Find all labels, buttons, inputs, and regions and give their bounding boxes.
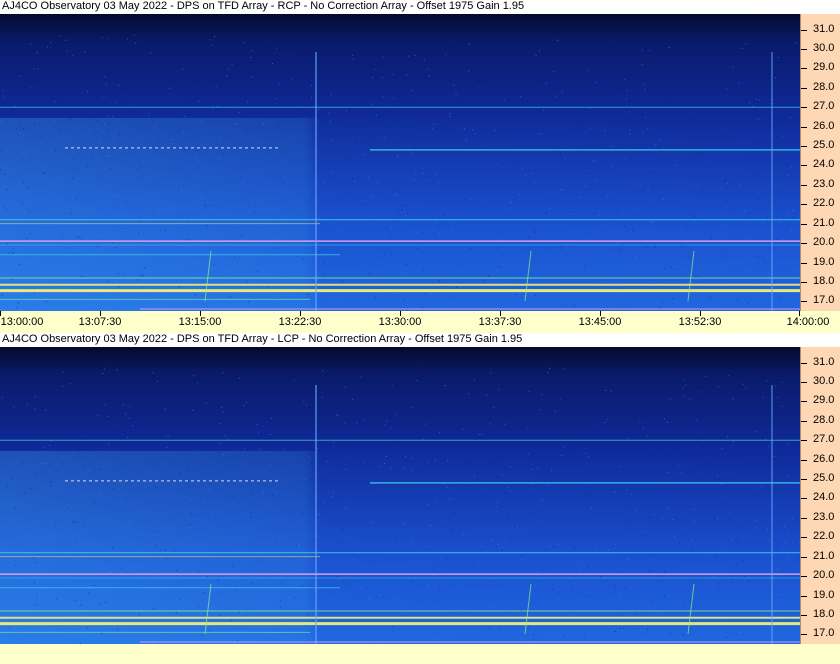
panel-title-rcp: AJ4CO Observatory 03 May 2022 - DPS on T… bbox=[0, 0, 840, 14]
x-tick-label: 14:00:00 bbox=[786, 316, 830, 328]
y-tick-label: 17.0 bbox=[813, 294, 835, 307]
y-tick bbox=[801, 301, 807, 303]
y-tick-label: 28.0 bbox=[813, 80, 835, 93]
spectrogram-svg bbox=[0, 347, 800, 644]
y-tick-label: 29.0 bbox=[813, 394, 835, 407]
y-tick bbox=[801, 68, 807, 70]
y-tick bbox=[801, 48, 807, 50]
x-tick-label: 13:00:00 bbox=[0, 316, 44, 328]
y-tick bbox=[801, 556, 807, 558]
y-tick-label: 25.0 bbox=[813, 472, 835, 484]
bottom-edge-line bbox=[140, 641, 800, 643]
y-tick-label: 22.0 bbox=[813, 530, 835, 543]
y-tick bbox=[801, 517, 807, 519]
y-tick bbox=[801, 595, 807, 597]
y-tick bbox=[801, 146, 807, 147]
y-tick-label: 18.0 bbox=[813, 274, 835, 287]
y-tick-label: 27.0 bbox=[813, 100, 835, 113]
frequency-axis-lcp: 31.0 30.0 29.0 28.0 27.0 26.0 25.0 24.0 23.0 22.0… bbox=[800, 347, 840, 644]
y-tick-label: 21.0 bbox=[813, 216, 835, 229]
x-tick-label: 13:52:30 bbox=[678, 316, 722, 328]
y-tick-label: 25.0 bbox=[813, 139, 835, 151]
y-tick-label: 28.0 bbox=[813, 413, 835, 426]
y-tick bbox=[801, 614, 807, 616]
y-tick bbox=[801, 29, 807, 31]
y-tick bbox=[801, 184, 807, 186]
y-tick-label: 21.0 bbox=[813, 549, 835, 562]
spectrogram-svg bbox=[0, 14, 800, 311]
y-tick bbox=[801, 243, 807, 245]
x-tick-label: 13:45:00 bbox=[578, 316, 622, 328]
y-tick bbox=[801, 165, 807, 167]
y-tick-label: 24.0 bbox=[813, 491, 835, 504]
y-tick bbox=[801, 262, 807, 264]
y-tick-label: 24.0 bbox=[813, 158, 835, 171]
bottom-edge-line bbox=[140, 308, 800, 310]
x-tick-label: 13:15:00 bbox=[178, 316, 222, 328]
y-tick bbox=[801, 440, 807, 442]
y-tick-label: 22.0 bbox=[813, 197, 835, 210]
spectrogram-lcp bbox=[0, 347, 800, 644]
y-tick bbox=[801, 498, 807, 500]
y-tick bbox=[801, 381, 807, 383]
y-tick-label: 26.0 bbox=[813, 452, 835, 465]
frequency-axis-rcp: 31.0 30.0 29.0 28.0 27.0 26.0 25.0 24.0 23.0 22.0… bbox=[800, 14, 840, 311]
y-tick bbox=[801, 362, 807, 364]
y-tick bbox=[801, 420, 807, 422]
y-tick bbox=[801, 107, 807, 109]
y-tick bbox=[801, 634, 807, 636]
y-tick-label: 20.0 bbox=[813, 569, 835, 582]
y-tick-label: 27.0 bbox=[813, 433, 835, 446]
y-tick-label: 26.0 bbox=[813, 119, 835, 132]
x-tick-label: 13:22:30 bbox=[278, 316, 322, 328]
spectrogram-rcp bbox=[0, 14, 800, 311]
y-tick bbox=[801, 204, 807, 206]
y-tick-label: 31.0 bbox=[813, 355, 835, 368]
y-tick bbox=[801, 401, 807, 403]
y-tick-label: 19.0 bbox=[813, 255, 835, 268]
y-tick-label: 30.0 bbox=[813, 374, 835, 387]
y-tick-label: 19.0 bbox=[813, 588, 835, 601]
y-tick-label: 17.0 bbox=[813, 627, 835, 640]
y-tick bbox=[801, 479, 807, 480]
x-tick-label: 13:37:30 bbox=[478, 316, 522, 328]
y-tick bbox=[801, 576, 807, 578]
y-tick bbox=[801, 126, 807, 128]
x-tick-label: 13:30:00 bbox=[378, 316, 422, 328]
y-tick-label: 23.0 bbox=[813, 177, 835, 190]
y-tick bbox=[801, 459, 807, 461]
y-tick bbox=[801, 87, 807, 89]
time-axis-bottom bbox=[0, 644, 840, 664]
y-tick bbox=[801, 223, 807, 225]
y-tick bbox=[801, 281, 807, 283]
x-tick-label: 13:07:30 bbox=[78, 316, 122, 328]
y-tick bbox=[801, 537, 807, 539]
y-tick-label: 23.0 bbox=[813, 510, 835, 523]
y-tick-label: 18.0 bbox=[813, 607, 835, 620]
y-tick-label: 31.0 bbox=[813, 22, 835, 35]
brightening-region bbox=[0, 450, 800, 644]
y-tick-label: 30.0 bbox=[813, 41, 835, 54]
panel-title-lcp: AJ4CO Observatory 03 May 2022 - DPS on T… bbox=[0, 333, 840, 347]
y-tick-label: 20.0 bbox=[813, 236, 835, 249]
time-axis: 13:00:00 13:07:30 13:15:00 13:22:30 13:30:00… bbox=[0, 311, 840, 333]
y-tick-label: 29.0 bbox=[813, 61, 835, 74]
brightening-region bbox=[0, 117, 800, 311]
